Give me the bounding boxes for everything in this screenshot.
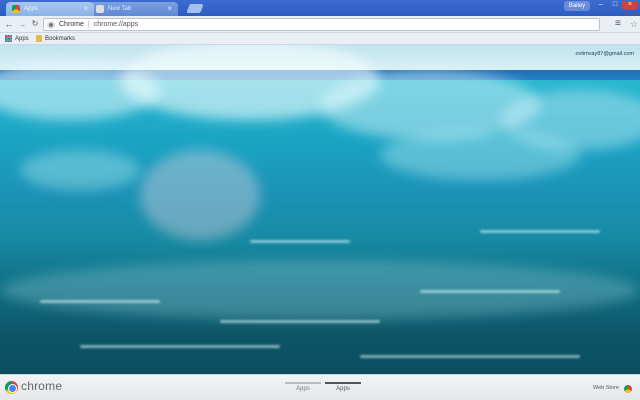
bookmark-folder[interactable]: Bookmarks [36, 35, 75, 42]
tab-strip: New Tab × Apps × Bailey – □ × [0, 0, 640, 16]
url-text[interactable]: chrome://apps [94, 21, 138, 28]
minimize-button[interactable]: – [594, 1, 608, 10]
tab-new-tab[interactable]: New Tab × [90, 2, 178, 16]
wave-streak [80, 345, 280, 348]
close-tab-icon[interactable]: × [83, 4, 88, 14]
page-indicator [325, 382, 361, 384]
page-tab-label: Apps [336, 386, 350, 392]
forward-button[interactable]: → [17, 19, 27, 29]
chrome-logo-icon [5, 381, 18, 394]
tab-label: New Tab [108, 6, 132, 12]
bookmark-star-icon[interactable]: ☆ [630, 19, 638, 30]
wave-streak [40, 300, 160, 303]
close-window-button[interactable]: × [622, 1, 638, 10]
webstore-icon[interactable] [624, 385, 632, 393]
chrome-page-icon [47, 20, 55, 29]
page-indicator [285, 382, 321, 384]
page-switcher-tab[interactable]: Apps [285, 382, 321, 392]
apps-grid-icon [5, 35, 12, 42]
bookmark-label: Bookmarks [45, 35, 76, 42]
wave-streak [250, 240, 350, 243]
account-email[interactable]: ovtimvay87@gmail.com [576, 51, 634, 57]
wave-streak [360, 355, 580, 358]
bookmark-apps[interactable]: Apps [5, 35, 29, 42]
wave-foam [380, 130, 580, 180]
bookmarks-bar: Apps Bookmarks [0, 33, 640, 45]
tab-apps[interactable]: Apps × [6, 2, 94, 16]
menu-icon[interactable]: ≡ [615, 19, 621, 29]
tab-label: Apps [24, 6, 38, 12]
wave-foam [20, 150, 140, 190]
close-tab-icon[interactable]: × [167, 4, 172, 14]
new-tab-button[interactable] [186, 4, 204, 13]
maximize-button[interactable]: □ [608, 1, 622, 10]
toolbar: ← → ↻ Chrome | chrome://apps ☆ ≡ [0, 16, 640, 33]
apps-icon [12, 5, 20, 13]
wave-streak [420, 290, 560, 293]
page-tab-label: Apps [296, 386, 310, 392]
wallpaper-ocean-wave [0, 0, 640, 400]
address-bar[interactable]: Chrome | chrome://apps ☆ [43, 18, 638, 31]
webstore-link[interactable]: Web Store [593, 385, 619, 391]
back-button[interactable]: ← [4, 19, 14, 29]
bookmark-label: Apps [15, 35, 29, 42]
chrome-wordmark: chrome [21, 379, 63, 393]
reload-button[interactable]: ↻ [30, 19, 40, 29]
profile-button[interactable]: Bailey [564, 1, 590, 11]
page-switcher-tab-active[interactable]: Apps [325, 382, 361, 392]
page-icon [96, 5, 104, 13]
folder-icon [36, 35, 42, 42]
site-label: Chrome [59, 21, 84, 28]
wave-streak [220, 320, 380, 323]
wave-streak [480, 230, 600, 233]
wave-foam [140, 150, 260, 240]
apps-bottom-bar: chrome Apps Apps Web Store [0, 374, 640, 400]
omnibox-separator: | [87, 21, 90, 28]
